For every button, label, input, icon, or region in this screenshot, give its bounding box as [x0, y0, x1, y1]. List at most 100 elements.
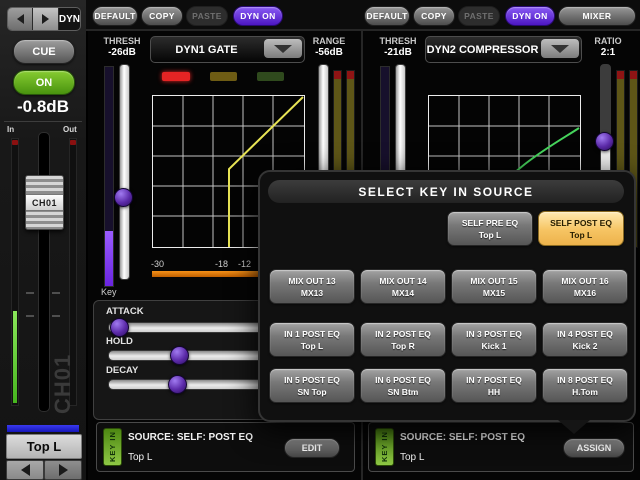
- channel-nav: DYN: [7, 7, 81, 31]
- attack-label: ATTACK: [106, 306, 144, 317]
- fader-track[interactable]: [38, 132, 50, 412]
- dyn2-thresh-value: -21dB: [384, 47, 412, 58]
- source-in5-post-eq[interactable]: IN 5 POST EQ SN Top: [269, 368, 355, 403]
- in-clip-indicator: [12, 140, 18, 145]
- next-channel-button[interactable]: [33, 8, 59, 30]
- dropdown-button[interactable]: [541, 39, 579, 58]
- source-in7-post-eq[interactable]: IN 7 POST EQ HH: [451, 368, 537, 403]
- out-clip-indicator: [70, 140, 76, 145]
- mixer-button[interactable]: MIXER: [558, 6, 636, 26]
- dyn1-range-value: -56dB: [315, 47, 343, 58]
- channel-name-label: Top L: [6, 434, 82, 459]
- source-self-post-eq[interactable]: SELF POST EQ Top L: [538, 211, 624, 246]
- dyn1-type-dropdown[interactable]: DYN1 GATE: [150, 36, 305, 63]
- dyn1-range-label: RANGE: [312, 36, 346, 46]
- channel-fader[interactable]: CH01: [25, 175, 64, 230]
- dyn2-default-button[interactable]: DEFAULT: [364, 6, 410, 26]
- dyn1-key-meter-fill: [105, 231, 113, 286]
- source-in4-post-eq[interactable]: IN 4 POST EQ Kick 2: [542, 322, 628, 357]
- fader-gain-readout: -0.8dB: [17, 97, 69, 116]
- key-scale-tick: -12: [238, 259, 252, 269]
- fader-tick: [52, 292, 60, 294]
- key-scale-tick: -18: [215, 259, 229, 269]
- out-meter-label: Out: [63, 125, 77, 134]
- attack-knob[interactable]: [110, 318, 129, 337]
- fader-cap-label: CH01: [26, 194, 63, 211]
- dyn2-ratio-value: 2:1: [600, 47, 616, 58]
- right-arrow-icon: [58, 464, 68, 476]
- source-mix-out-13[interactable]: MIX OUT 13 MX13: [269, 269, 355, 304]
- channel-strip: DYN CUE ON -0.8dB In Out CH01 CH01 Top L: [0, 0, 88, 480]
- chevron-down-icon: [274, 44, 292, 53]
- dyn1-thresh-label: THRESH: [103, 36, 141, 46]
- dyn1-default-button[interactable]: DEFAULT: [92, 6, 138, 26]
- dyn1-keyin-panel: KEY IN SOURCE: SELF: POST EQ Top L EDIT: [96, 422, 355, 472]
- dyn1-thresh-knob[interactable]: [114, 188, 133, 207]
- popup-pointer: [558, 420, 590, 434]
- dyn2-thresh-label: THRESH: [379, 36, 417, 46]
- dyn1-thresh-value: -26dB: [108, 47, 136, 58]
- dyn2-keyin-panel: KEY IN SOURCE: SELF: POST EQ Top L ASSIG…: [368, 422, 634, 472]
- fader-tick: [26, 292, 34, 294]
- popup-title: SELECT KEY IN SOURCE: [268, 180, 624, 203]
- dyn1-key-meter: [104, 66, 114, 287]
- left-arrow-icon: [20, 464, 30, 476]
- keyin-source-name: Top L: [400, 452, 425, 463]
- dyn1-on-toggle[interactable]: DYN ON: [233, 6, 283, 26]
- dyn1-type-label: DYN1 GATE: [175, 43, 238, 56]
- source-in2-post-eq[interactable]: IN 2 POST EQ Top R: [360, 322, 446, 357]
- channel-color-bar: [7, 425, 79, 432]
- source-self-pre-eq[interactable]: SELF PRE EQ Top L: [447, 211, 533, 246]
- source-in6-post-eq[interactable]: IN 6 POST EQ SN Btm: [360, 368, 446, 403]
- nav-mode-label: DYN: [58, 13, 80, 25]
- source-mix-out-14[interactable]: MIX OUT 14 MX14: [360, 269, 446, 304]
- source-in1-post-eq[interactable]: IN 1 POST EQ Top L: [269, 322, 355, 357]
- dyn1-thresh-slider[interactable]: [119, 64, 130, 280]
- hold-knob[interactable]: [170, 346, 189, 365]
- dyn1-copy-button[interactable]: COPY: [141, 6, 183, 26]
- keyin-edit-button[interactable]: EDIT: [284, 438, 340, 458]
- in-meter-label: In: [7, 125, 15, 134]
- dyn2-on-toggle[interactable]: DYN ON: [505, 6, 555, 26]
- dynamics-screen: DYN CUE ON -0.8dB In Out CH01 CH01 Top L…: [0, 0, 640, 480]
- source-in8-post-eq[interactable]: IN 8 POST EQ H.Tom: [542, 368, 628, 403]
- key-scale-tick: -30: [151, 259, 165, 269]
- left-arrow-icon: [16, 14, 24, 24]
- bank-left-button[interactable]: [6, 460, 44, 480]
- select-keyin-source-popup: SELECT KEY IN SOURCE SELF PRE EQ Top L S…: [258, 170, 636, 434]
- keyin-source-line: SOURCE: SELF: POST EQ: [400, 432, 526, 443]
- dyn2-paste-button[interactable]: PASTE: [458, 6, 500, 26]
- fader-tick: [26, 315, 34, 317]
- decay-label: DECAY: [106, 365, 139, 376]
- fader-tick: [52, 315, 60, 317]
- chevron-down-icon: [551, 44, 569, 53]
- source-in3-post-eq[interactable]: IN 3 POST EQ Kick 1: [451, 322, 537, 357]
- keyin-assign-button[interactable]: ASSIGN: [563, 438, 625, 458]
- keyin-source-line: SOURCE: SELF: POST EQ: [128, 432, 254, 443]
- keyin-badge: KEY IN: [375, 428, 394, 466]
- keyin-badge: KEY IN: [103, 428, 122, 466]
- keyin-source-name: Top L: [128, 452, 153, 463]
- hold-label: HOLD: [106, 336, 133, 347]
- right-arrow-icon: [42, 14, 50, 24]
- dropdown-button[interactable]: [264, 39, 302, 58]
- dyn2-type-dropdown[interactable]: DYN2 COMPRESSOR: [425, 36, 582, 63]
- on-button[interactable]: ON: [13, 70, 75, 95]
- cue-button[interactable]: CUE: [13, 39, 75, 64]
- prev-channel-button[interactable]: [8, 8, 34, 30]
- source-mix-out-15[interactable]: MIX OUT 15 MX15: [451, 269, 537, 304]
- channel-id-watermark: CH01: [50, 353, 75, 414]
- gate-open-led: [162, 72, 190, 81]
- strip-divider: [4, 121, 82, 122]
- source-mix-out-16[interactable]: MIX OUT 16 MX16: [542, 269, 628, 304]
- dyn2-ratio-knob[interactable]: [595, 132, 614, 151]
- in-meter-fill: [13, 311, 17, 403]
- dyn1-key-meter-caption: Key: [101, 287, 117, 297]
- decay-knob[interactable]: [168, 375, 187, 394]
- bank-right-button[interactable]: [44, 460, 82, 480]
- gate-hold-led: [210, 72, 237, 81]
- dyn2-ratio-label: RATIO: [594, 36, 622, 46]
- dyn1-paste-button[interactable]: PASTE: [186, 6, 228, 26]
- dyn2-copy-button[interactable]: COPY: [413, 6, 455, 26]
- gate-close-led: [257, 72, 284, 81]
